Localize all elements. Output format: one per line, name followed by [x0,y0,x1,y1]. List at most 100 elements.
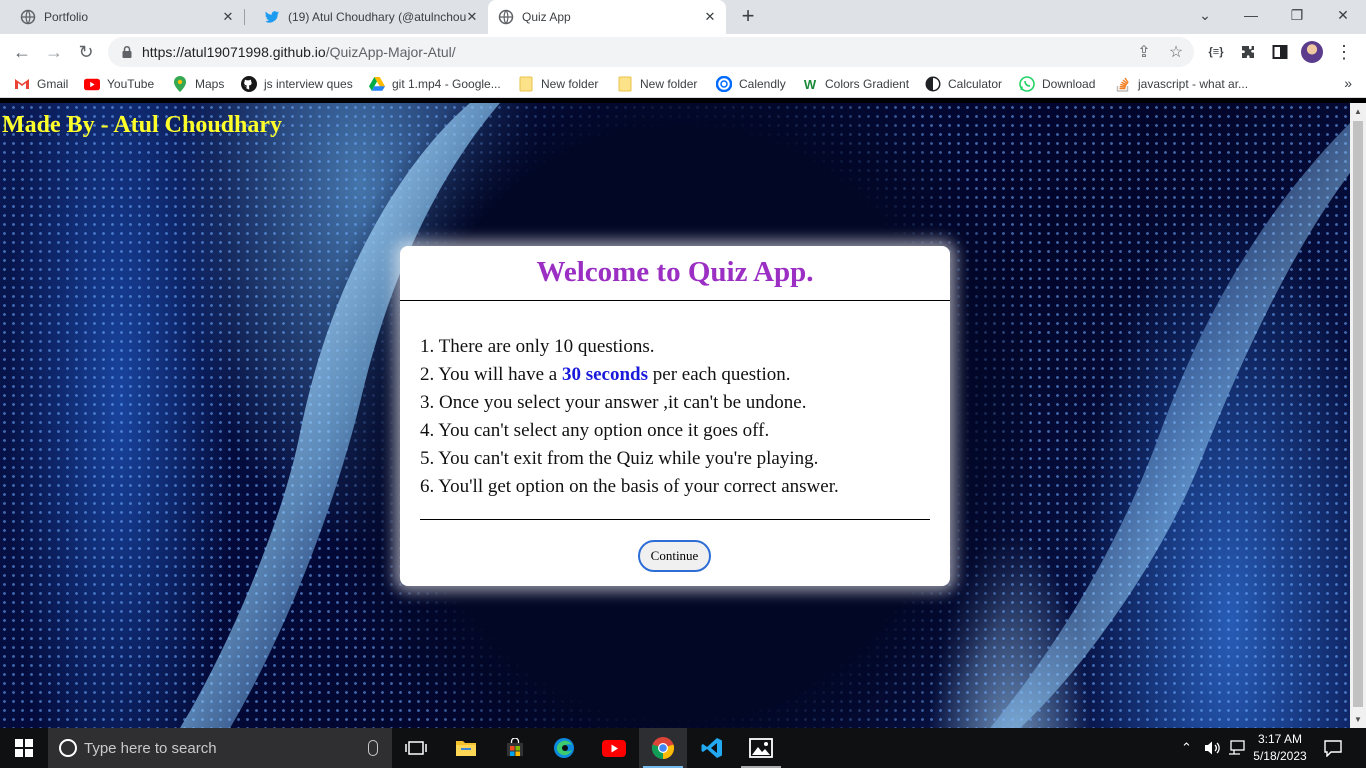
calendly-icon [716,76,732,92]
bookmark-git-mp4[interactable]: git 1.mp4 - Google... [369,75,501,93]
json-extension-icon[interactable]: {≡} [1206,42,1226,62]
tab-title: Portfolio [44,10,89,24]
forward-arrow-icon[interactable]: → [40,38,68,66]
file-explorer-icon[interactable] [442,728,490,768]
bookmark-label: Calculator [948,77,1003,91]
calculator-icon [925,76,941,92]
restore-icon[interactable]: ❐ [1274,0,1320,30]
screen: Portfolio ✕ (19) Atul Choudhary (@atulnc… [0,0,1366,768]
bookmark-calendly[interactable]: Calendly [716,75,786,93]
microphone-icon[interactable] [368,740,378,756]
rule-item: 1. There are only 10 questions. [420,337,839,365]
address-bar[interactable]: https://atul19071998.github.io/QuizApp-M… [108,37,1194,67]
bookmark-gmail[interactable]: Gmail [14,75,68,93]
youtube-app-icon[interactable] [590,728,638,768]
rule-item: 3. Once you select your answer ,it can't… [420,393,839,421]
taskbar-search-box[interactable]: Type here to search [48,728,392,768]
windows-taskbar: Type here to search ⌃ 3:17 AM 5/18/2023 [0,728,1366,768]
tab-portfolio[interactable]: Portfolio ✕ [0,0,244,34]
chrome-browser-icon[interactable] [639,728,687,768]
bookmark-maps[interactable]: Maps [172,75,224,93]
tab-title: (19) Atul Choudhary (@atulnchou [288,10,467,24]
bookmark-youtube[interactable]: YouTube [84,75,154,93]
extensions-puzzle-icon[interactable] [1238,42,1258,62]
url-host: https://atul19071998.github.io [142,44,326,60]
bookmarks-bar: Gmail YouTube Maps js interview ques git… [0,70,1366,98]
rules-list: 1. There are only 10 questions. 2. You w… [420,337,839,505]
bookmark-download[interactable]: Download [1019,75,1095,93]
rule-item: 4. You can't select any option once it g… [420,421,839,449]
scrollbar-thumb[interactable] [1353,121,1363,707]
rule-highlight: 30 seconds [561,364,649,385]
network-ethernet-icon[interactable] [1228,728,1246,768]
bookmark-label: Gmail [37,77,69,91]
chevron-right-icon[interactable]: » [1344,75,1352,91]
bookmark-star-icon[interactable]: ☆ [1166,42,1186,62]
bookmark-calculator[interactable]: Calculator [925,75,1002,93]
globe-icon [498,9,514,25]
system-clock[interactable]: 3:17 AM 5/18/2023 [1245,731,1315,765]
close-icon[interactable]: ✕ [702,9,718,25]
rule-text: per each question. [648,364,791,385]
notification-center-icon[interactable] [1323,728,1343,768]
close-icon[interactable]: ✕ [220,9,236,25]
rule-text: 6. You'll get option on the basis of you… [420,476,839,497]
back-arrow-icon[interactable]: ← [8,38,36,66]
made-by-heading: Made By - Atul Choudhary [2,112,283,138]
bookmark-label: Colors Gradient [825,77,910,91]
bookmark-label: Maps [195,77,225,91]
page-scrollbar[interactable]: ▲ ▼ [1350,103,1366,728]
edge-browser-icon[interactable] [540,728,588,768]
bookmark-label: New folder [640,77,698,91]
tab-strip: Portfolio ✕ (19) Atul Choudhary (@atulnc… [0,0,1366,34]
bookmark-new-folder-1[interactable]: New folder [518,75,598,93]
new-tab-button[interactable]: + [736,5,760,29]
tab-search-chevron-icon[interactable]: ⌄ [1182,0,1228,30]
github-icon [241,76,257,92]
side-panel-icon[interactable] [1270,42,1290,62]
bookmark-label: Calendly [739,77,786,91]
photos-app-icon[interactable] [737,728,785,768]
clock-date: 5/18/2023 [1253,749,1307,763]
stackoverflow-icon [1115,76,1131,92]
rule-item: 2. You will have a 30 seconds per each q… [420,365,839,393]
bookmark-label: YouTube [107,77,155,91]
bookmark-label: New folder [541,77,599,91]
page-viewport: Made By - Atul Choudhary Welcome to Quiz… [0,103,1350,728]
bookmark-javascript[interactable]: javascript - what ar... [1115,75,1248,93]
rule-text: 2. You will have a [420,364,562,385]
tab-quiz-app[interactable]: Quiz App ✕ [488,0,726,34]
close-window-icon[interactable]: ✕ [1320,0,1366,30]
bookmark-label: javascript - what ar... [1138,77,1249,91]
share-icon[interactable]: ⇪ [1134,42,1154,62]
chevron-up-icon[interactable]: ⌃ [1181,728,1192,768]
task-view-icon[interactable] [392,728,440,768]
bookmark-js-interview[interactable]: js interview ques [241,75,353,93]
rule-text: 3. Once you select your answer ,it can't… [420,392,807,413]
menu-kebab-icon[interactable]: ⋮ [1334,42,1354,62]
youtube-icon [84,76,100,92]
scroll-down-arrow-icon[interactable]: ▼ [1354,715,1362,724]
bookmark-label: git 1.mp4 - Google... [392,77,501,91]
folder-icon [518,76,534,92]
continue-button[interactable]: Continue [638,540,711,572]
maps-icon [172,76,188,92]
whatsapp-icon [1019,76,1035,92]
vscode-icon[interactable] [688,728,736,768]
microsoft-store-icon[interactable] [491,728,539,768]
twitter-icon [264,9,280,25]
profile-avatar[interactable] [1301,41,1323,63]
rule-item: 5. You can't exit from the Quiz while yo… [420,449,839,477]
reload-icon[interactable]: ↻ [72,38,100,66]
windows-start-icon[interactable] [0,728,48,768]
divider [420,519,930,520]
scroll-up-arrow-icon[interactable]: ▲ [1354,107,1362,116]
bookmark-colors-gradient[interactable]: W Colors Gradient [802,75,909,93]
speaker-volume-icon[interactable] [1204,728,1222,768]
clock-time: 3:17 AM [1257,732,1303,746]
close-icon[interactable]: ✕ [464,9,480,25]
tab-twitter[interactable]: (19) Atul Choudhary (@atulnchou ✕ [244,0,488,34]
bookmark-new-folder-2[interactable]: New folder [617,75,697,93]
minimize-icon[interactable]: — [1228,0,1274,30]
bookmark-label: js interview ques [264,77,353,91]
